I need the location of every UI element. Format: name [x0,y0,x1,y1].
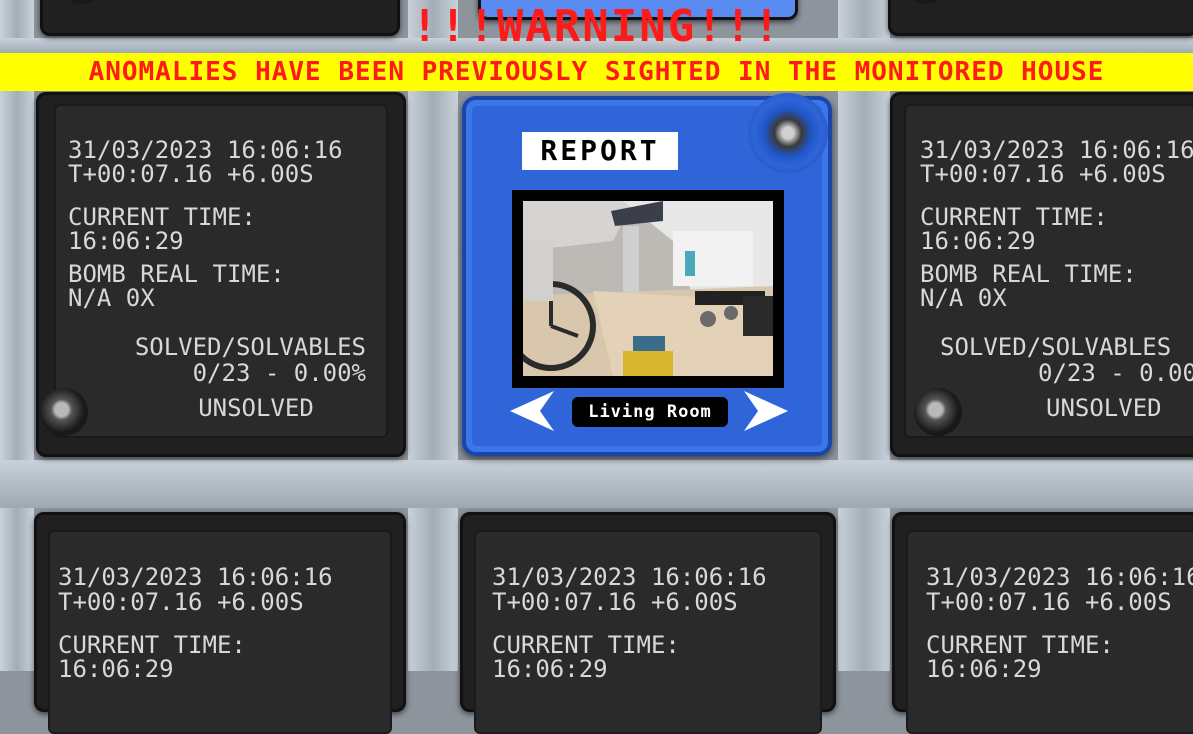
status-date-time: 31/03/2023 16:06:16 [68,136,343,164]
status-current-time-label: CURRENT TIME: [58,631,246,659]
status-bomb-time-label: BOMB REAL TIME: [68,260,285,288]
room-name-label: Living Room [572,397,728,427]
report-button[interactable]: REPORT [522,132,678,170]
frame-bar-left [0,0,34,671]
status-current-time: 16:06:29 [492,655,608,683]
status-elapsed: T+00:07.16 +6.00S [58,588,304,616]
status-date-time: 31/03/2023 16:06:16 [492,563,767,591]
frame-bar-center [0,460,1193,508]
status-solved-value: 0/23 - 0.00% [192,359,366,387]
frame-bar-middle-left [408,0,458,671]
next-room-arrow-icon[interactable] [744,391,788,431]
status-bomb-time: N/A 0X [68,284,155,312]
status-solved-label: SOLVED/SOLVABLES [134,333,366,361]
status-state: UNSOLVED [1046,394,1162,422]
status-date-time: 31/03/2023 16:06:16 [920,136,1193,164]
status-current-time: 16:06:29 [920,227,1036,255]
status-current-time-label: CURRENT TIME: [492,631,680,659]
status-elapsed: T+00:07.16 +6.00S [926,588,1172,616]
status-state: UNSOLVED [198,394,314,422]
status-solved-value: 0/23 - 0.00% [1038,359,1193,387]
frame-bar-middle-right [838,0,890,671]
warning-message: ANOMALIES HAVE BEEN PREVIOUSLY SIGHTED I… [88,57,1105,87]
status-bomb-time: N/A 0X [920,284,1007,312]
screw-icon [914,388,962,436]
status-current-time-label: CURRENT TIME: [926,631,1114,659]
status-elapsed: T+00:07.16 +6.00S [492,588,738,616]
panel-knob[interactable] [748,93,828,173]
status-solved-label: SOLVED/SOLVABLES [940,333,1172,361]
camera-image [523,201,773,376]
camera-view [523,201,773,376]
status-current-time: 16:06:29 [926,655,1042,683]
status-current-time: 16:06:29 [68,227,184,255]
status-bomb-time-label: BOMB REAL TIME: [920,260,1137,288]
status-elapsed: T+00:07.16 +6.00S [68,160,314,188]
status-date-time: 31/03/2023 16:06:16 [58,563,333,591]
status-current-time-label: CURRENT TIME: [68,203,256,231]
status-current-time-label: CURRENT TIME: [920,203,1108,231]
screw-icon [40,388,88,436]
status-elapsed: T+00:07.16 +6.00S [920,160,1166,188]
warning-title: !!!WARNING!!! [411,1,782,52]
status-date-time: 31/03/2023 16:06:16 [926,563,1193,591]
status-current-time: 16:06:29 [58,655,174,683]
prev-room-arrow-icon[interactable] [510,391,554,431]
